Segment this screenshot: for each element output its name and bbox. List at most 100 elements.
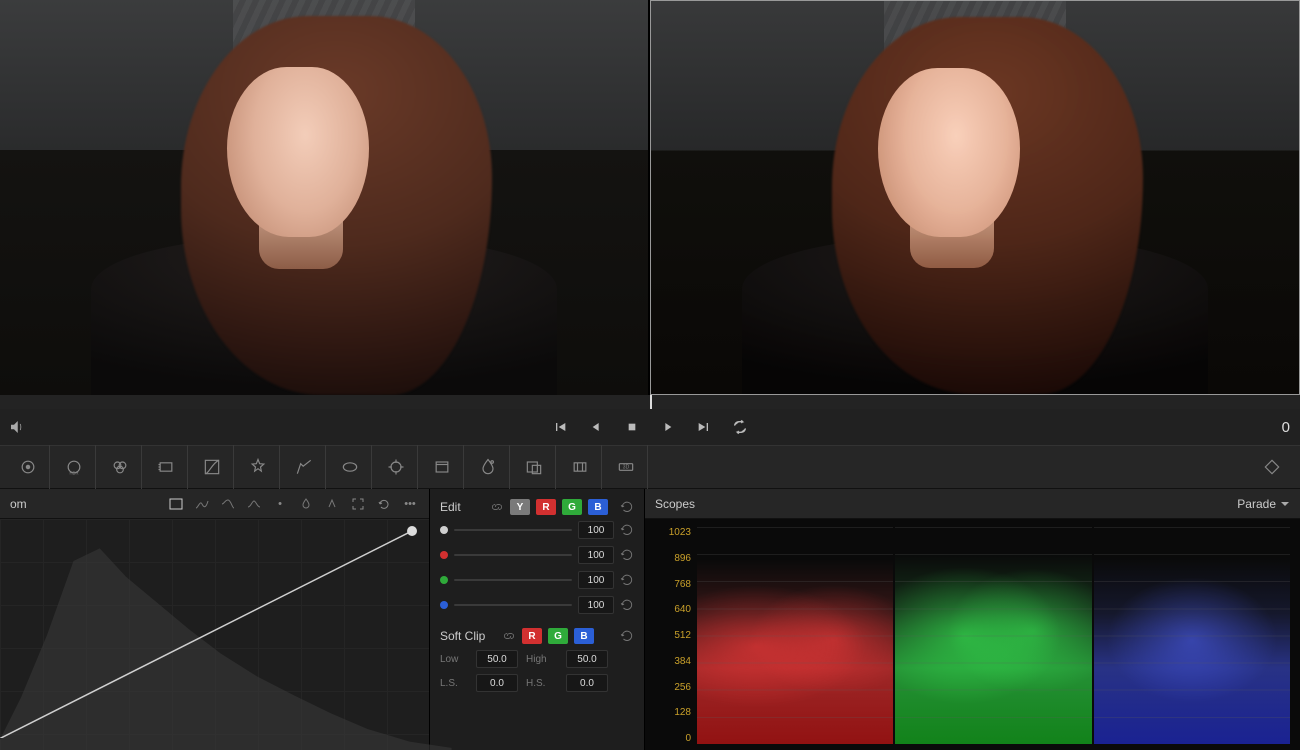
softclip-g-button[interactable]: G [548, 628, 568, 644]
y-tick: 512 [651, 630, 691, 641]
slider-lum-value[interactable]: 100 [578, 521, 614, 539]
curve-expand-icon[interactable] [349, 495, 367, 513]
curve-more-icon[interactable]: ••• [401, 495, 419, 513]
stop-button[interactable] [623, 418, 641, 436]
chevron-down-icon [1280, 499, 1290, 509]
parade-waveforms [697, 527, 1290, 744]
link-icon[interactable] [490, 500, 504, 514]
window-tool[interactable] [328, 445, 372, 489]
slider-red-row: 100 [440, 546, 634, 564]
slider-lum[interactable] [454, 529, 572, 531]
viewer-row [0, 0, 1300, 395]
tracker-tool[interactable] [374, 445, 418, 489]
slider-green[interactable] [454, 579, 572, 581]
playhead-track[interactable] [0, 395, 1300, 409]
motion-effects-tool[interactable] [144, 445, 188, 489]
counter-right: 0 [1282, 419, 1290, 436]
slider-red-reset-icon[interactable] [620, 548, 634, 562]
waveform-red [697, 527, 893, 744]
prev-clip-button[interactable] [551, 418, 569, 436]
volume-icon[interactable] [8, 418, 26, 436]
high-value[interactable]: 50.0 [566, 650, 608, 668]
curve-mode-hvh-icon[interactable] [193, 495, 211, 513]
waveform-green [895, 527, 1091, 744]
playhead-marker[interactable] [650, 395, 652, 409]
slider-blue[interactable] [454, 604, 572, 606]
y-tick: 128 [651, 707, 691, 718]
channel-g-button[interactable]: G [562, 499, 582, 515]
hs-label: H.S. [526, 678, 558, 689]
step-back-button[interactable] [587, 418, 605, 436]
curve-mode-hvl-icon[interactable] [245, 495, 263, 513]
curve-mode-hvs-icon[interactable] [219, 495, 237, 513]
y-tick: 384 [651, 656, 691, 667]
slider-blue-row: 100 [440, 596, 634, 614]
ls-value[interactable]: 0.0 [476, 674, 518, 692]
next-clip-button[interactable] [695, 418, 713, 436]
slider-red[interactable] [454, 554, 572, 556]
slider-green-value[interactable]: 100 [578, 571, 614, 589]
scopes-header: Scopes Parade [645, 489, 1300, 519]
scopes-mode-label: Parade [1237, 497, 1276, 511]
softclip-params: Low 50.0 High 50.0 L.S. 0.0 H.S. 0.0 [440, 650, 634, 692]
scopes-mode-dropdown[interactable]: Parade [1237, 497, 1290, 511]
channel-b-button[interactable]: B [588, 499, 608, 515]
curve-editor[interactable] [0, 519, 429, 750]
edit-channels-row: Edit Y R G B [440, 499, 634, 515]
curves-title-fragment: om [10, 497, 27, 511]
viewer-left[interactable] [0, 0, 648, 395]
sizing-tool[interactable] [558, 445, 602, 489]
scopes-body[interactable]: 1023 896 768 640 512 384 256 128 0 [645, 519, 1300, 750]
channel-r-button[interactable]: R [536, 499, 556, 515]
video-frame-left [0, 0, 648, 395]
softclip-link-icon[interactable] [502, 629, 516, 643]
edit-title: Edit [440, 500, 484, 514]
viewer-right[interactable] [650, 0, 1300, 395]
slider-red-value[interactable]: 100 [578, 546, 614, 564]
edit-panel: Edit Y R G B 100 100 [430, 489, 645, 750]
y-tick: 1023 [651, 527, 691, 538]
y-tick: 640 [651, 604, 691, 615]
bottom-panels: om • ••• [0, 489, 1300, 750]
slider-green-reset-icon[interactable] [620, 573, 634, 587]
softclip-channels-row: Soft Clip R G B [440, 628, 634, 644]
hdr-wheels-tool[interactable]: HDR [52, 445, 96, 489]
slider-green-row: 100 [440, 571, 634, 589]
softclip-reset-icon[interactable] [620, 629, 634, 643]
hs-value[interactable]: 0.0 [566, 674, 608, 692]
slider-lum-reset-icon[interactable] [620, 523, 634, 537]
keyframes-tool[interactable] [1250, 445, 1294, 489]
y-tick: 0 [651, 733, 691, 744]
key-tool[interactable] [512, 445, 556, 489]
channel-y-button[interactable]: Y [510, 499, 530, 515]
softclip-b-button[interactable]: B [574, 628, 594, 644]
curve-reset-icon[interactable] [375, 495, 393, 513]
slider-lum-row: 100 [440, 521, 634, 539]
softclip-r-button[interactable]: R [522, 628, 542, 644]
color-wheels-tool[interactable] [6, 445, 50, 489]
curve-mode-custom-icon[interactable] [167, 495, 185, 513]
edit-reset-icon[interactable] [620, 500, 634, 514]
curve-mode-svl-icon[interactable] [323, 495, 341, 513]
curve-line [0, 519, 429, 738]
slider-blue-value[interactable]: 100 [578, 596, 614, 614]
scopes-y-axis: 1023 896 768 640 512 384 256 128 0 [651, 527, 691, 744]
rgb-mixer-tool[interactable] [98, 445, 142, 489]
curve-mode-svs-icon[interactable] [297, 495, 315, 513]
curve-mode-lvs-icon[interactable]: • [271, 495, 289, 513]
magic-mask-tool[interactable] [420, 445, 464, 489]
video-frame-right [651, 1, 1299, 394]
loop-button[interactable] [731, 418, 749, 436]
curves-panel: om • ••• [0, 489, 430, 750]
y-tick: 768 [651, 579, 691, 590]
svg-text:HDR: HDR [69, 471, 78, 476]
play-button[interactable] [659, 418, 677, 436]
stereo-3d-tool[interactable]: 3D [604, 445, 648, 489]
color-warper-tool[interactable] [236, 445, 280, 489]
curves-panel-header: om • ••• [0, 489, 429, 519]
low-value[interactable]: 50.0 [476, 650, 518, 668]
slider-blue-reset-icon[interactable] [620, 598, 634, 612]
qualifier-tool[interactable] [282, 445, 326, 489]
blur-tool[interactable] [466, 445, 510, 489]
curves-tool[interactable] [190, 445, 234, 489]
